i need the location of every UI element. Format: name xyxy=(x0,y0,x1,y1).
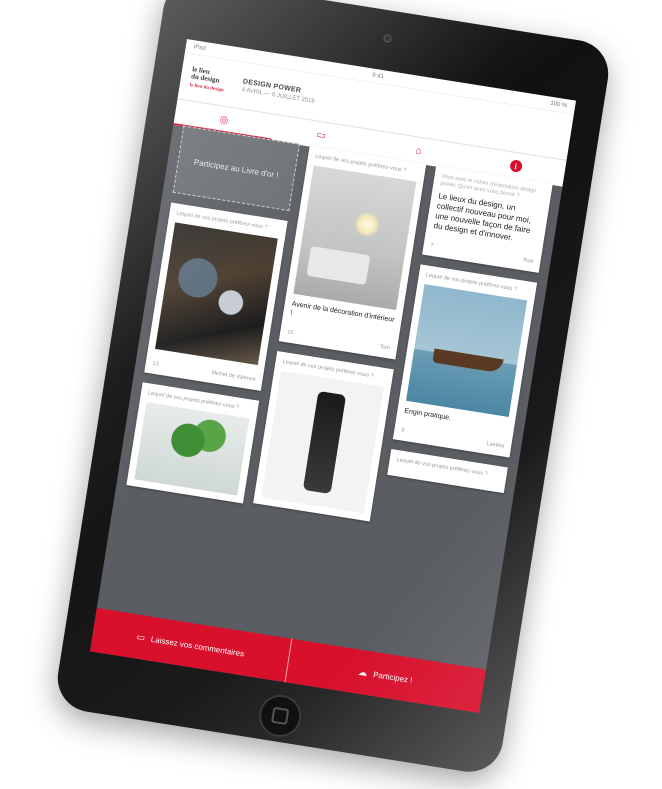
card-photo xyxy=(134,402,250,496)
scene: iPad 9:41 100 % le lieu du design le lie… xyxy=(0,0,662,789)
clock: 9:41 xyxy=(371,72,385,81)
card-photo xyxy=(261,370,384,514)
card-photo xyxy=(155,222,278,366)
card-author: Laetitia xyxy=(486,440,505,450)
post-card-robot[interactable]: Lequel de vos projets préférez-vous ? xyxy=(253,350,394,522)
likes-count: 7 xyxy=(430,242,435,250)
carrier-label: iPad xyxy=(193,44,207,53)
battery-indicator: 100 % xyxy=(549,100,568,110)
card-photo xyxy=(406,284,528,417)
guestbook-board: Participez au Livre d'or ! Lequel de vos… xyxy=(97,124,563,670)
app-screen: iPad 9:41 100 % le lieu du design le lie… xyxy=(89,38,577,714)
exhibition-info: DESIGN POWER 4 AVRIL — 6 JUILLET 2016 xyxy=(241,78,316,104)
card-photo xyxy=(293,165,417,311)
post-card-quote[interactable]: Vous avez le cahier d'exposition design … xyxy=(422,165,553,273)
post-card-lamp[interactable]: Lequel de vos projets préférez-vous ? Av… xyxy=(278,145,427,360)
comment-button-label: Laissez vos commentaires xyxy=(150,634,245,658)
home-button[interactable] xyxy=(256,691,305,740)
tablet-device: iPad 9:41 100 % le lieu du design le lie… xyxy=(52,0,614,777)
post-card-last[interactable]: Lequel de vos projets préférez-vous ? xyxy=(387,449,508,494)
home-icon: ⌂ xyxy=(414,144,423,157)
post-card-plant[interactable]: Lequel de vos projets préférez-vous ? xyxy=(126,382,260,504)
participate-box-label: Participez au Livre d'or ! xyxy=(193,157,280,180)
likes-count: 15 xyxy=(286,329,294,337)
app-logo[interactable]: le lieu du design le lieu du design xyxy=(188,60,233,100)
likes-count: 12 xyxy=(152,360,160,368)
cloud-icon: ☁ xyxy=(357,666,369,678)
card-question: Lequel de vos projets préférez-vous ? xyxy=(396,457,489,478)
likes-count: 9 xyxy=(400,427,405,434)
lightbulb-icon: ◎ xyxy=(218,113,230,126)
info-icon: i xyxy=(508,159,523,173)
screen-icon: ▭ xyxy=(315,129,327,142)
camera-icon xyxy=(382,33,393,43)
card-author: Michel de Valence xyxy=(210,369,256,383)
post-card-boat[interactable]: Lequel de vos projets préférez-vous ? En… xyxy=(392,264,538,458)
card-author: Rob xyxy=(522,257,534,265)
comment-icon: ▭ xyxy=(135,631,146,643)
participate-button-label: Participez ! xyxy=(372,669,414,685)
card-author: Tom xyxy=(379,343,391,352)
post-card-tools[interactable]: Lequel de vos projets préférez-vous ? 12… xyxy=(144,202,288,391)
